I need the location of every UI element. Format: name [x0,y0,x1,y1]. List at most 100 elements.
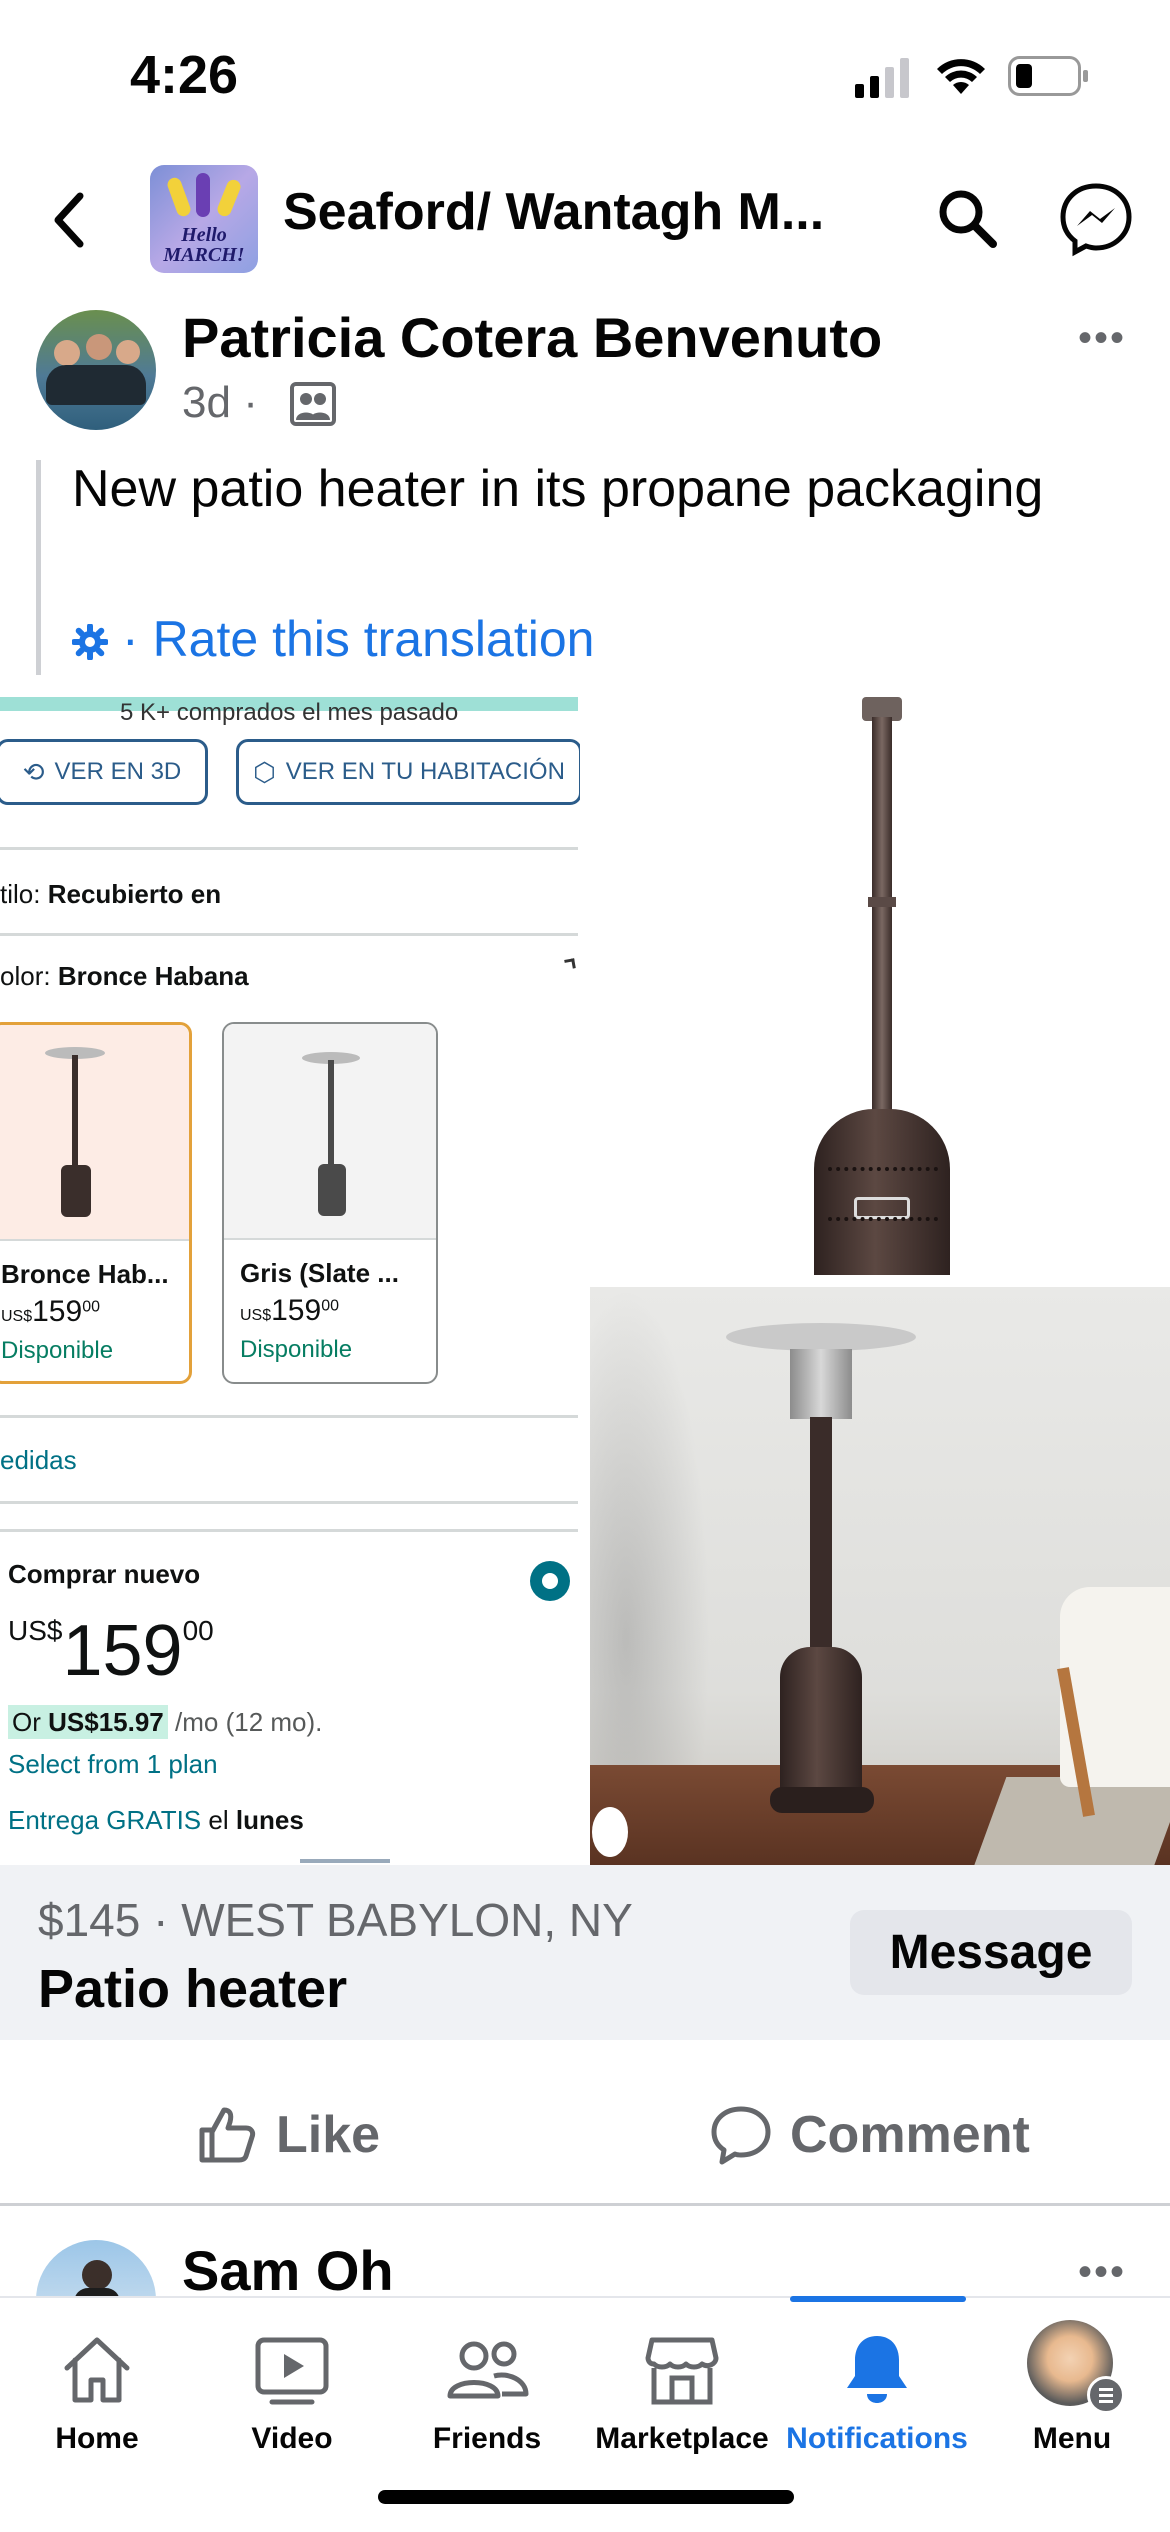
rate-separator: · [122,611,139,667]
view-3d-button[interactable]: ⟲ VER EN 3D [0,739,208,805]
marketplace-icon [645,2337,719,2405]
option-price: US$15900 [240,1294,339,1328]
view-3d-label: VER EN 3D [54,758,182,785]
group-thumbnail[interactable]: Hello MARCH! [150,165,258,273]
big-price-cents: 00 [182,1615,214,1646]
tab-video-label: Video [251,2422,333,2455]
wifi-icon [937,59,985,94]
style-label: tilo: [0,879,41,909]
author-avatar[interactable] [36,310,156,430]
active-tab-indicator [790,2296,966,2302]
tab-video[interactable]: Video [197,2310,387,2470]
post-divider [0,2203,1170,2206]
big-price-value: 159 [62,1611,183,1691]
option-availability: Disponible [240,1336,353,1363]
next-post-more-icon[interactable]: ••• [1078,2250,1126,2295]
group-thumb-text: Hello MARCH! [163,224,245,266]
post-meta: 3d · [182,378,258,428]
view-3d-badge-icon [592,1807,628,1857]
tab-menu[interactable]: Menu [977,2310,1167,2470]
rate-translation-link[interactable]: · Rate this translation [72,610,594,668]
tab-home[interactable]: Home [2,2310,192,2470]
tab-marketplace[interactable]: Marketplace [587,2310,777,2470]
message-button[interactable]: Message [850,1910,1132,1995]
installment-suffix: /mo (12 mo). [175,1707,323,1737]
option-name: Gris (Slate ... [240,1258,399,1288]
post-image-heater-base[interactable] [590,697,1170,1275]
group-title[interactable]: Seaford/ Wantagh M... [283,182,824,242]
option-availability: Disponible [1,1337,114,1364]
option-price: US$15900 [1,1295,100,1329]
option-price-value: 159 [32,1295,83,1328]
cellular-signal-icon [855,58,909,98]
installment-prefix: Or [12,1707,41,1737]
purchases-banner: 5 K+ comprados el mes pasado [120,699,459,726]
post-age: 3d [182,378,231,427]
big-price-currency: US$ [8,1615,63,1646]
color-row[interactable]: olor: Bronce Habana [0,961,249,992]
home-icon [64,2337,130,2403]
comment-button[interactable]: Comment [710,2090,1030,2180]
tab-menu-label: Menu [1032,2422,1112,2455]
option-name: Bronce Hab... [1,1259,169,1289]
search-icon[interactable] [935,186,999,250]
tab-friends-label: Friends [432,2422,542,2455]
color-value: Bronce Habana [57,961,249,991]
tab-friends[interactable]: Friends [392,2310,582,2470]
post-author[interactable]: Patricia Cotera Benvenuto [182,305,882,370]
next-post-author[interactable]: Sam Oh [182,2238,394,2303]
delivery-free: Entrega GRATIS [8,1805,202,1835]
option-cents: 00 [82,1298,100,1316]
comment-icon [711,2106,771,2165]
cube-icon: ⬡ [253,756,276,787]
tab-marketplace-label: Marketplace [595,2422,769,2455]
messenger-icon[interactable] [1058,181,1134,257]
listing-title: Patio heater [38,1959,348,2019]
group-audience-icon [290,382,336,426]
color-option-bronze[interactable]: Bronce Hab... US$15900 Disponible [0,1022,192,1384]
home-indicator [378,2490,794,2504]
tab-notifications-label: Notifications [786,2422,968,2455]
battery-icon [1008,56,1088,96]
post-image-amazon-screenshot[interactable]: 5 K+ comprados el mes pasado ⟲ VER EN 3D … [0,697,580,1865]
color-option-slate[interactable]: Gris (Slate ... US$15900 Disponible [222,1022,438,1384]
tab-notifications[interactable]: Notifications [782,2310,972,2470]
video-icon [255,2337,329,2405]
plan-link[interactable]: Select from 1 plan [8,1749,218,1780]
like-button[interactable]: Like [196,2090,380,2180]
status-time: 4:26 [130,45,239,105]
style-row[interactable]: tilo: Recubierto en [0,879,221,910]
meta-separator: · [243,378,258,427]
status-bar: 4:26 [0,0,1170,150]
radio-selected-icon[interactable] [530,1561,570,1601]
thumbs-up-icon [199,2107,256,2163]
big-price: US$15900 [8,1615,214,1687]
option-currency: US$ [240,1307,272,1324]
listing-price-location: $145 · WEST BABYLON, NY [38,1894,633,1946]
installment-amount: US$15.97 [48,1707,164,1737]
chevron-icon [564,958,576,970]
post-text: New patio heater in its propane packagin… [72,460,1044,518]
like-label: Like [276,2106,381,2164]
comment-label: Comment [790,2106,1030,2164]
tab-home-label: Home [55,2422,139,2455]
rate-translation-text: Rate this translation [152,611,595,667]
rotate-icon: ⟲ [22,756,45,787]
delivery-row: Entrega GRATIS el lunes [8,1805,304,1836]
buy-new-label: Comprar nuevo [8,1559,201,1589]
post-more-icon[interactable]: ••• [1078,316,1126,361]
option-currency: US$ [1,1308,33,1325]
post-image-heater-patio[interactable] [590,1287,1170,1865]
color-label: olor: [0,961,51,991]
bell-icon [847,2336,907,2403]
option-price-value: 159 [271,1294,322,1327]
translation-bar [36,460,41,675]
measures-link[interactable]: edidas [0,1445,77,1476]
view-in-room-button[interactable]: ⬡ VER EN TU HABITACIÓN [236,739,580,805]
back-arrow-icon[interactable] [48,190,88,250]
delivery-mid: el [208,1805,229,1835]
view-in-room-label: VER EN TU HABITACIÓN [285,758,565,785]
style-value: Recubierto en [47,879,222,909]
delivery-day: lunes [235,1805,304,1835]
option-cents: 00 [321,1297,339,1315]
